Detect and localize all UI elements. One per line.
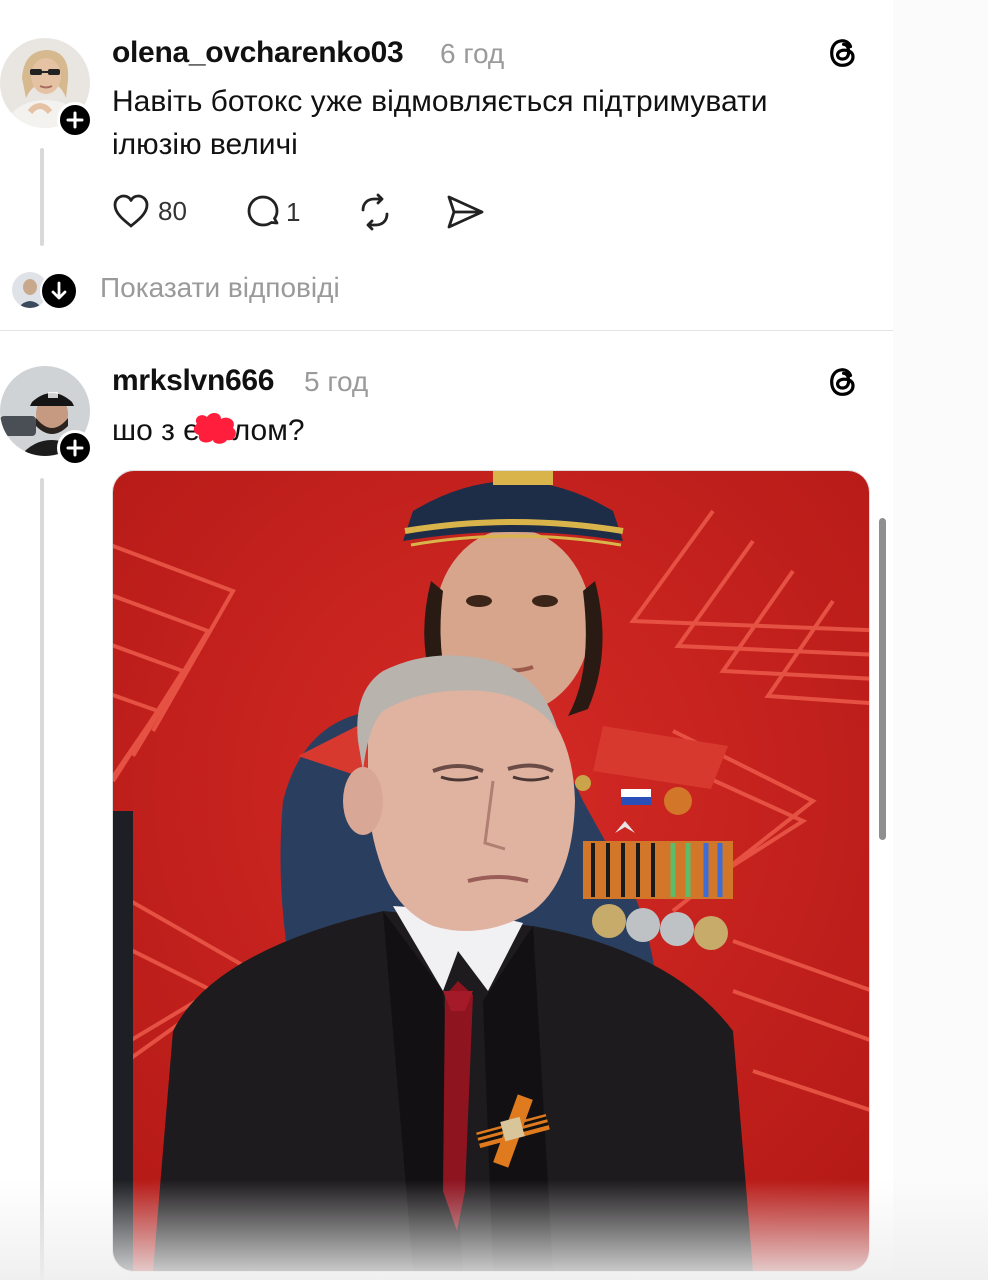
expand-replies-button[interactable]	[40, 272, 78, 310]
follow-plus-button[interactable]	[57, 102, 93, 138]
post-time: 5 год	[304, 366, 369, 397]
like-button[interactable]: 80	[112, 193, 187, 229]
post-image[interactable]	[112, 470, 870, 1272]
arrow-down-icon	[51, 281, 67, 300]
follow-plus-button[interactable]	[57, 430, 93, 466]
like-count: 80	[158, 195, 187, 226]
thread-line	[40, 148, 44, 246]
threads-logo-icon[interactable]	[823, 362, 863, 402]
comment-button[interactable]: 1	[244, 193, 300, 231]
heart-icon	[113, 194, 149, 228]
thread-line	[40, 478, 44, 1280]
scrollbar[interactable]	[879, 518, 886, 840]
username[interactable]: mrkslvn666	[112, 364, 274, 398]
thread-feed: olena_ovcharenko03 6 год Навіть ботокс у…	[0, 0, 893, 1280]
censor-mark	[193, 413, 236, 444]
post-text: Навіть ботокс уже відмовляється підтриму…	[112, 85, 768, 161]
post-time: 6 год	[440, 38, 505, 69]
repost-icon[interactable]	[355, 192, 395, 232]
username[interactable]: olena_ovcharenko03	[112, 36, 404, 70]
comment-count: 1	[286, 196, 301, 227]
share-icon[interactable]	[444, 192, 486, 232]
threads-logo-icon[interactable]	[823, 33, 863, 73]
plus-icon	[66, 111, 84, 129]
plus-icon	[66, 439, 84, 457]
post-divider	[0, 330, 893, 331]
show-replies-link[interactable]: Показати відповіді	[100, 272, 340, 304]
right-gutter	[893, 0, 988, 1280]
comment-icon	[247, 195, 279, 227]
